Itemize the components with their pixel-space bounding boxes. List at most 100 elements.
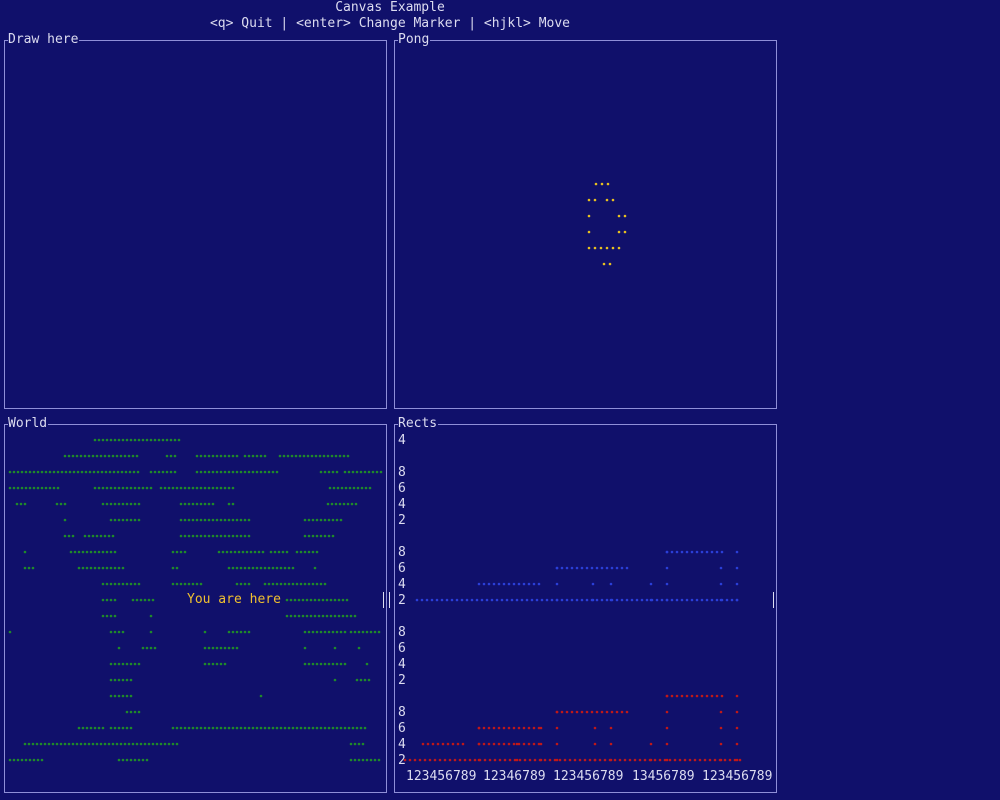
land-dot <box>113 518 117 522</box>
rect-dot <box>532 726 536 730</box>
land-dot <box>129 758 133 762</box>
land-dot <box>335 726 339 730</box>
land-dot <box>101 486 105 490</box>
rect-dot <box>649 598 653 602</box>
draw-canvas[interactable] <box>5 41 386 408</box>
land-dot <box>109 678 113 682</box>
pong-ball-dot <box>593 198 597 202</box>
land-dot <box>40 758 44 762</box>
land-dot <box>239 566 243 570</box>
land-dot <box>223 662 227 666</box>
land-dot <box>8 470 12 474</box>
land-dot <box>211 470 215 474</box>
land-dot <box>313 598 317 602</box>
land-dot <box>81 550 85 554</box>
land-dot <box>195 502 199 506</box>
land-dot <box>99 454 103 458</box>
land-dot <box>335 662 339 666</box>
land-dot <box>361 758 365 762</box>
rect-dot <box>477 758 481 762</box>
land-dot <box>297 614 301 618</box>
land-dot <box>97 726 101 730</box>
land-dot <box>359 470 363 474</box>
land-dot <box>16 758 20 762</box>
land-dot <box>137 662 141 666</box>
land-dot <box>93 726 97 730</box>
land-dot <box>323 630 327 634</box>
land-dot <box>229 550 233 554</box>
land-dot <box>231 486 235 490</box>
land-dot <box>327 518 331 522</box>
rect-dot <box>598 758 602 762</box>
rect-dot <box>573 758 577 762</box>
land-dot <box>327 662 331 666</box>
land-dot <box>93 566 97 570</box>
land-dot <box>171 582 175 586</box>
land-dot <box>267 470 271 474</box>
land-dot <box>223 454 227 458</box>
land-dot <box>137 582 141 586</box>
pong-ball-dot <box>593 246 597 250</box>
land-dot <box>101 502 105 506</box>
land-dot <box>89 726 93 730</box>
rect-dot <box>580 566 584 570</box>
land-dot <box>335 630 339 634</box>
rect-dot <box>495 598 499 602</box>
land-dot <box>77 726 81 730</box>
land-dot <box>48 486 52 490</box>
land-dot <box>283 726 287 730</box>
land-dot <box>27 742 31 746</box>
rect-dot <box>426 742 430 746</box>
pong-ball-dot <box>623 230 627 234</box>
land-dot <box>243 454 247 458</box>
rect-dot <box>585 566 589 570</box>
land-dot <box>137 758 141 762</box>
land-dot <box>125 486 129 490</box>
land-dot <box>147 742 151 746</box>
pong-ball-dot <box>587 214 591 218</box>
land-dot <box>282 454 286 458</box>
rect-dot <box>500 598 504 602</box>
rect-dot <box>665 742 669 746</box>
land-dot <box>113 550 117 554</box>
rect-dot <box>532 742 536 746</box>
rect-dot <box>595 566 599 570</box>
land-dot <box>303 550 307 554</box>
land-dot <box>179 486 183 490</box>
pong-ball-dot <box>605 198 609 202</box>
land-dot <box>195 518 199 522</box>
land-dot <box>40 486 44 490</box>
land-dot <box>287 566 291 570</box>
land-dot <box>95 454 99 458</box>
rect-dot <box>593 758 597 762</box>
land-dot <box>145 646 149 650</box>
rect-dot <box>609 758 613 762</box>
rect-dot <box>490 598 494 602</box>
land-dot <box>191 534 195 538</box>
y-axis-tick-label: 8 <box>398 625 406 640</box>
land-dot <box>63 534 67 538</box>
land-dot <box>44 486 48 490</box>
rect-dot <box>487 582 491 586</box>
pong-ball-dot <box>600 182 604 186</box>
pong-ball-dot <box>617 246 621 250</box>
land-dot <box>112 470 116 474</box>
land-dot <box>87 742 91 746</box>
land-dot <box>334 502 338 506</box>
rect-dot <box>680 550 684 554</box>
land-dot <box>346 454 350 458</box>
land-dot <box>56 470 60 474</box>
land-dot <box>165 470 169 474</box>
rect-dot <box>522 582 526 586</box>
land-dot <box>349 630 353 634</box>
draw-panel[interactable]: Draw here <box>4 32 387 409</box>
land-dot <box>151 598 155 602</box>
land-dot <box>101 566 105 570</box>
land-dot <box>342 502 346 506</box>
land-dot <box>135 598 139 602</box>
land-dot <box>307 582 311 586</box>
land-dot <box>93 438 97 442</box>
land-dot <box>131 598 135 602</box>
land-dot <box>107 534 111 538</box>
rect-dot <box>431 742 435 746</box>
